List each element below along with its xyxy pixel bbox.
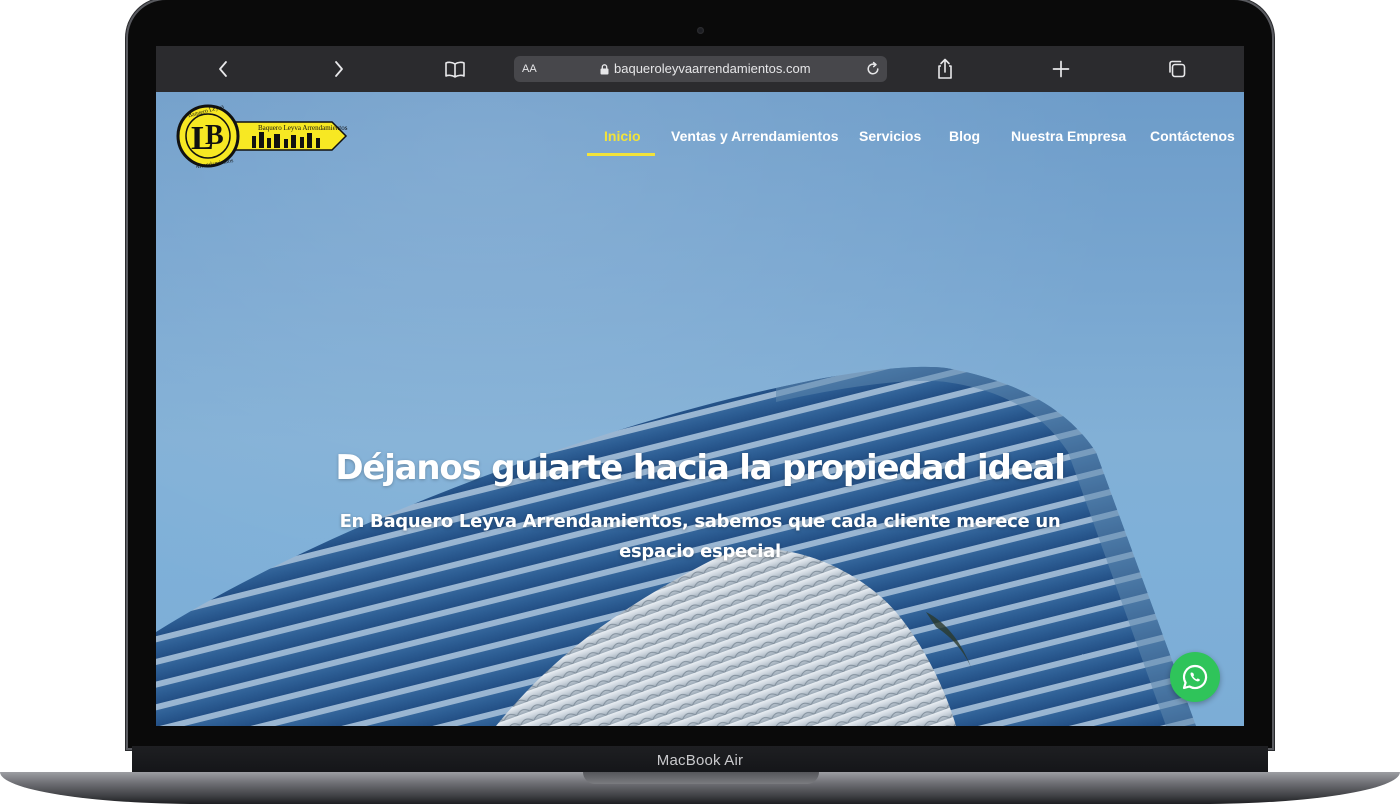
chevron-right-icon (335, 61, 343, 77)
nav-item-nuestra-empresa[interactable]: Nuestra Empresa (1011, 128, 1126, 144)
chevron-left-icon (219, 61, 227, 77)
share-icon (938, 58, 952, 79)
forward-button[interactable] (319, 46, 359, 92)
site-logo[interactable]: Baquero Leyva Arrendamientos L B Baquero… (176, 104, 348, 168)
whatsapp-button[interactable] (1170, 652, 1220, 702)
screen: AA baqueroleyvaarrendamientos.com Baquer… (156, 46, 1244, 726)
address-bar[interactable]: AA baqueroleyvaarrendamientos.com (514, 56, 887, 82)
nav-item-ventas-y-arrendamientos[interactable]: Ventas y Arrendamientos (671, 128, 839, 144)
back-button[interactable] (203, 46, 243, 92)
svg-text:B: B (205, 120, 224, 151)
bookmarks-button[interactable] (435, 46, 475, 92)
lock-icon (600, 64, 609, 75)
whatsapp-icon (1182, 664, 1208, 690)
hero-subtitle: En Baquero Leyva Arrendamientos, sabemos… (339, 511, 1061, 562)
hero-title: Déjanos guiarte hacia la propiedad ideal (335, 448, 1066, 488)
plus-icon (1052, 60, 1070, 78)
building-background (156, 366, 1196, 726)
device-model-label: MacBook Air (656, 752, 744, 769)
book-icon (445, 61, 465, 78)
url-text: baqueroleyvaarrendamientos.com (614, 61, 811, 76)
tabs-overview-button[interactable] (1157, 46, 1197, 92)
tabs-icon (1169, 60, 1186, 78)
nav-item-inicio[interactable]: Inicio (604, 128, 641, 144)
hero-section: Baquero Leyva Arrendamientos L B Baquero… (156, 92, 1244, 726)
laptop-notch (583, 772, 819, 784)
svg-text:Baquero Leyva Arrendamientos: Baquero Leyva Arrendamientos (258, 124, 348, 132)
nav-item-blog[interactable]: Blog (949, 128, 980, 144)
new-tab-button[interactable] (1041, 46, 1081, 92)
nav-item-servicios[interactable]: Servicios (859, 128, 921, 144)
text-size-button[interactable]: AA (522, 56, 537, 82)
reload-icon[interactable] (865, 61, 881, 77)
browser-toolbar: AA baqueroleyvaarrendamientos.com (156, 46, 1244, 92)
camera (697, 27, 704, 34)
nav-active-indicator (587, 153, 655, 156)
share-button[interactable] (925, 46, 965, 92)
nav-item-contactenos[interactable]: Contáctenos (1150, 128, 1235, 144)
